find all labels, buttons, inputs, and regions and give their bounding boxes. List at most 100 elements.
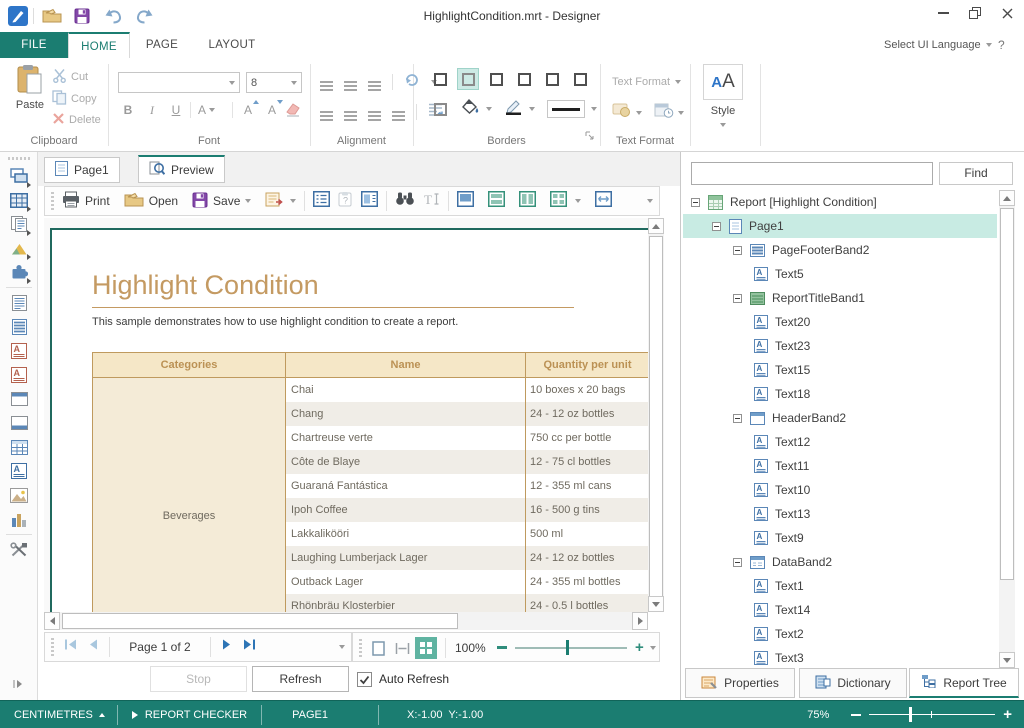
zoombar-overflow-icon[interactable] [650,646,656,650]
open-quick-icon[interactable] [42,8,62,29]
toolbar-grip[interactable] [51,192,54,210]
border-single-button[interactable] [429,98,451,120]
tree-scroll-thumb[interactable] [1000,208,1014,580]
vscroll-thumb[interactable] [649,236,663,604]
parameters-icon[interactable]: ? [338,191,353,212]
border-preset-button-6[interactable] [569,68,591,90]
style-button[interactable]: A A Style [700,64,746,136]
zoom-slider-track[interactable] [515,647,627,649]
toolbox-text-icon[interactable] [0,291,38,315]
tab-file[interactable]: FILE [0,32,68,58]
bookmarks-icon[interactable] [313,191,330,212]
tab-report-tree[interactable]: Report Tree [909,668,1019,698]
save-dropdown-icon[interactable] [245,199,251,203]
preview-hscrollbar[interactable] [44,612,648,630]
open-button[interactable]: Open [124,192,178,211]
tab-home[interactable]: HOME [68,32,130,58]
tree-item-headerband2[interactable]: HeaderBand2 [683,406,997,430]
scroll-right-button[interactable] [632,612,648,630]
status-zoom-in-button[interactable]: + [1003,706,1012,723]
tree-item-page1[interactable]: Page1 [683,214,997,238]
horizontal-align-buttons[interactable] [320,102,444,122]
border-weight-button[interactable] [547,100,585,118]
undo-icon[interactable] [104,8,124,29]
refresh-button[interactable]: Refresh [252,666,349,692]
hscroll-thumb[interactable] [62,613,458,629]
border-preset-button-1[interactable] [429,68,451,90]
navbar-grip[interactable] [51,638,54,656]
collapse-icon[interactable] [712,222,721,231]
border-color-icon[interactable] [504,99,523,120]
style-dropdown-icon[interactable] [720,123,726,127]
toolbox-infographics-icon[interactable] [0,236,38,260]
tab-dictionary[interactable]: Dictionary [799,668,907,698]
collapse-icon[interactable] [733,294,742,303]
align-center-icon[interactable] [344,111,357,113]
toolbox-bands-icon[interactable] [0,164,38,188]
toolbox-subreports-icon[interactable] [0,212,38,236]
scroll-up-button[interactable] [648,218,664,234]
tree-item-text9[interactable]: AText9 [683,526,997,550]
delete-button[interactable]: Delete [52,112,101,128]
auto-refresh-checkbox[interactable] [357,672,372,687]
underline-button[interactable]: U [166,100,186,120]
collapse-icon[interactable] [691,198,700,207]
tree-item-text14[interactable]: AText14 [683,598,997,622]
view-single-page-icon[interactable] [457,191,474,212]
toolbox-text-in-cells-icon[interactable] [0,315,38,339]
toolbox-panel-bottom-icon[interactable] [0,411,38,435]
tab-page[interactable]: PAGE [130,32,194,58]
toolbox-grip[interactable] [8,157,30,160]
zoom-out-button[interactable] [497,646,507,649]
export-button[interactable] [265,191,296,211]
align-justify-icon[interactable] [392,111,405,113]
fit-multiple-icon[interactable] [415,637,437,659]
zoombar-grip[interactable] [359,639,362,657]
view-multiple-pages-icon[interactable] [550,191,567,212]
stop-button[interactable]: Stop [150,666,247,692]
tab-preview[interactable]: Preview [138,155,225,183]
clear-format-icon[interactable] [284,100,302,123]
font-size-combo[interactable]: 8 [246,72,302,93]
toolbox-image-icon[interactable] [0,483,38,507]
shrink-font-button[interactable]: A [262,100,282,120]
align-middle-icon[interactable] [344,81,357,83]
toolbar-overflow-icon[interactable] [647,199,653,203]
border-preset-button-4[interactable] [513,68,535,90]
grow-font-button[interactable]: A [238,100,258,120]
tree-scrollbar[interactable] [999,190,1015,668]
tree-item-text2[interactable]: AText2 [683,622,997,646]
ui-language-selector[interactable]: Select UI Language [884,32,992,58]
tree-item-text11[interactable]: AText11 [683,454,997,478]
tree-item-databand2[interactable]: DataBand2 [683,550,997,574]
tree-item-pagefooterband2[interactable]: PageFooterBand2 [683,238,997,262]
last-page-button[interactable] [242,638,256,656]
tree-item-text20[interactable]: AText20 [683,310,997,334]
text-format-dropdown[interactable]: Text Format [612,76,681,88]
tree-item-text10[interactable]: AText10 [683,478,997,502]
border-preset-button-3[interactable] [485,68,507,90]
status-zoom-thumb[interactable] [909,707,912,722]
tree-item-text15[interactable]: AText15 [683,358,997,382]
copy-button[interactable]: Copy [52,90,97,108]
fit-page-icon[interactable] [367,637,389,659]
tab-properties[interactable]: Properties [685,668,795,698]
view-mode-dropdown-icon[interactable] [575,199,581,203]
currency-format-icon[interactable] [612,102,632,123]
font-color-button[interactable]: A [198,100,228,120]
thumbnails-icon[interactable] [361,191,378,212]
toolbox-panel-top-icon[interactable] [0,387,38,411]
vertical-align-buttons[interactable] [320,72,437,92]
tree-scroll-up-button[interactable] [999,190,1015,206]
toolbox-text-blue-icon[interactable]: A [0,459,38,483]
status-zoom-slider[interactable] [869,714,995,715]
tree-scroll-down-button[interactable] [999,652,1015,668]
print-button[interactable]: Print [62,191,110,211]
font-name-combo[interactable] [118,72,240,93]
toolbox-rich-text-icon[interactable]: A [0,339,38,363]
tree-item-reporttitleband1[interactable]: ReportTitleBand1 [683,286,997,310]
next-page-button[interactable] [221,638,232,656]
navbar-overflow-icon[interactable] [339,645,345,649]
zoom-in-button[interactable]: + [635,641,644,654]
tab-layout[interactable]: LAYOUT [194,32,270,58]
